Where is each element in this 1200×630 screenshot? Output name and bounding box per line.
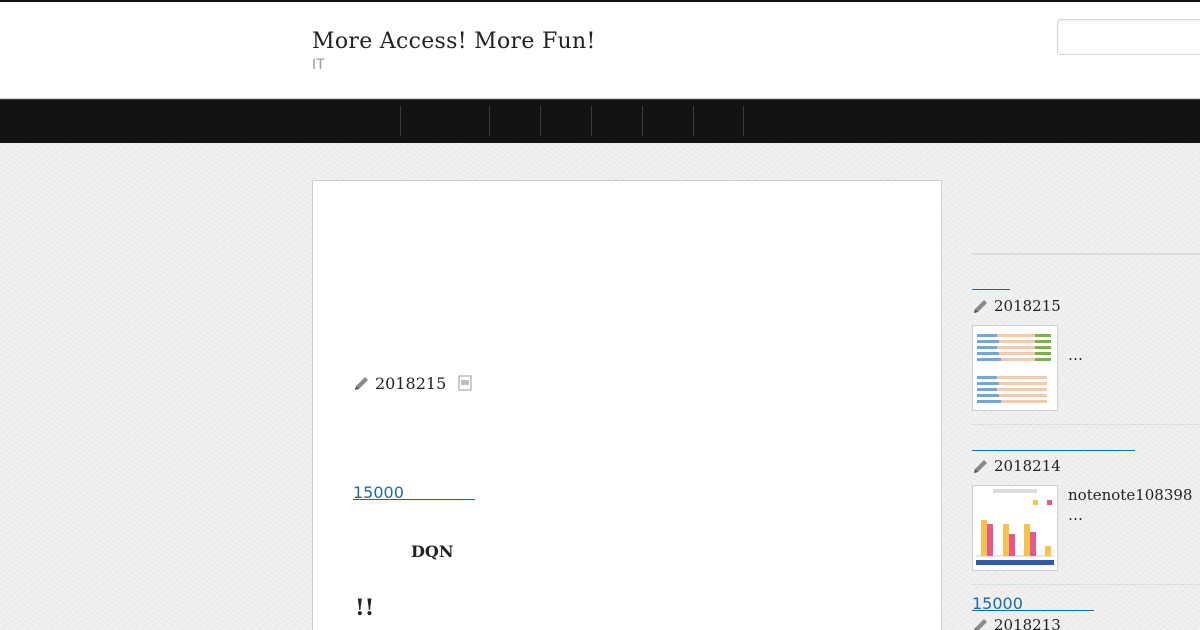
sidebar-entry-date: 2018215 (994, 297, 1061, 315)
nav-item[interactable] (693, 106, 744, 136)
document-icon (458, 375, 472, 391)
nav-item[interactable] (489, 106, 540, 136)
sidebar-entry-title-link[interactable] (972, 450, 1135, 451)
site-title[interactable]: More Access! More Fun! (312, 29, 596, 54)
nav-item[interactable] (591, 106, 642, 136)
sidebar-entry-meta: 2018215 (972, 297, 1061, 315)
sidebar-entry-date: 2018214 (994, 457, 1061, 475)
site-description: IT (312, 57, 325, 73)
sidebar-entry-excerpt: notenote108398 (1068, 486, 1193, 504)
pencil-icon (972, 297, 990, 315)
sidebar-entry-excerpt-more: … (1068, 506, 1083, 524)
main-navigation (0, 99, 1200, 143)
sidebar-entry-separator (972, 584, 1200, 585)
nav-item[interactable] (642, 106, 693, 136)
pencil-icon (353, 374, 371, 392)
sidebar-entry-meta: 2018213 (972, 616, 1061, 630)
sidebar-thumbnail[interactable] (972, 485, 1058, 571)
sidebar-thumbnail[interactable] (972, 325, 1058, 411)
site-header: More Access! More Fun! IT (0, 0, 1200, 99)
nav-item[interactable] (540, 106, 591, 136)
pencil-icon (972, 457, 990, 475)
sidebar-entry-excerpt: … (1068, 346, 1083, 364)
article-card: 2018215 15000 DQN !! (312, 180, 942, 630)
sidebar-entry-title-link[interactable]: 15000 (972, 594, 1094, 613)
sidebar-entry-title-link[interactable] (972, 289, 1010, 290)
sidebar-entry-date: 2018213 (994, 616, 1061, 630)
article-bold-text: DQN (411, 542, 454, 561)
sidebar-divider (972, 253, 1200, 255)
nav-item[interactable] (400, 106, 489, 136)
search-input[interactable] (1057, 19, 1200, 55)
article-meta: 2018215 (353, 373, 472, 393)
sidebar-entry-meta: 2018214 (972, 457, 1061, 475)
article-heading: !! (355, 595, 375, 621)
article-date: 2018215 (375, 373, 447, 393)
article-link[interactable]: 15000 (353, 483, 475, 502)
sidebar-entry-separator (972, 424, 1200, 425)
pencil-icon (972, 616, 990, 630)
